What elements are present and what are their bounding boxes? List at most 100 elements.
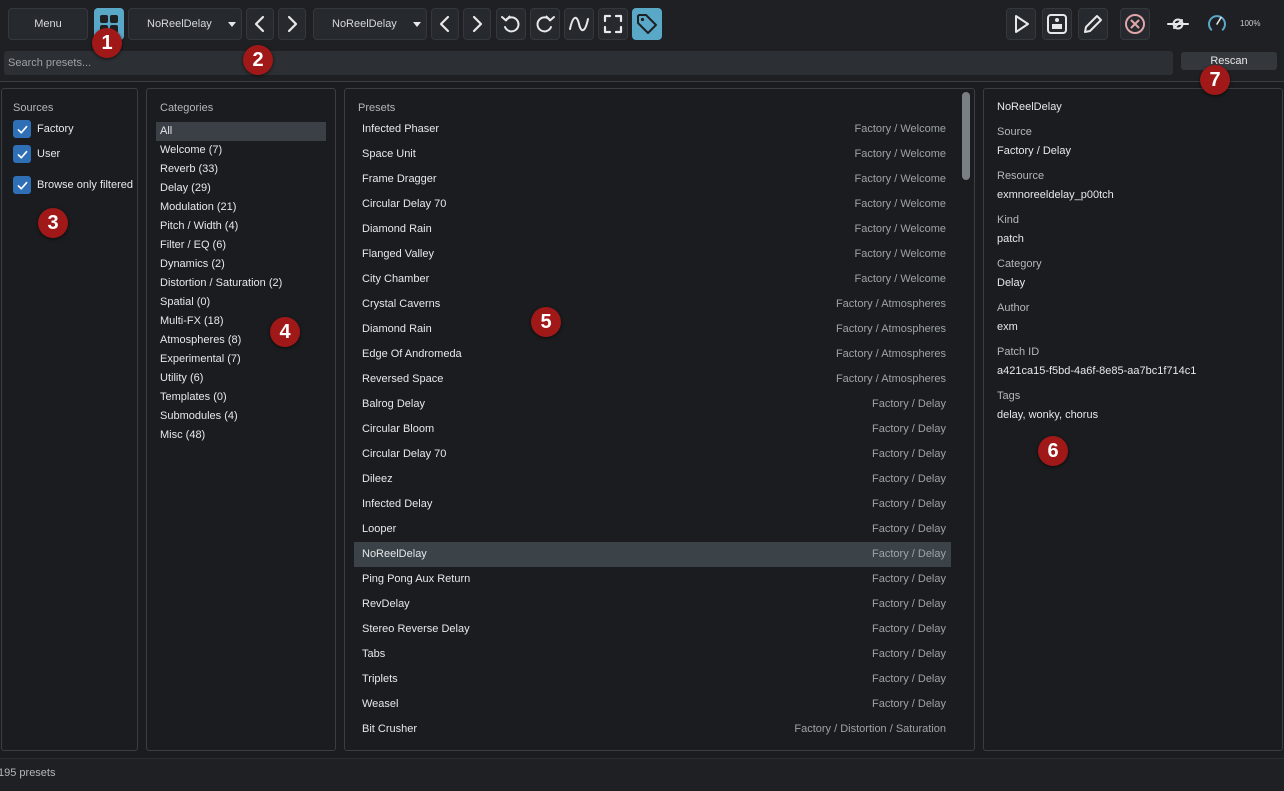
detail-value: patch [997, 233, 1024, 245]
preset-name: Circular Delay 70 [362, 198, 447, 210]
fullscreen-button[interactable] [598, 8, 628, 40]
preset-row[interactable]: NoReelDelay Factory / Delay [354, 542, 951, 567]
preset-row[interactable]: Tabs Factory / Delay [354, 642, 951, 667]
source-factory-checkbox[interactable]: Factory [13, 120, 74, 138]
preset-row[interactable]: Triplets Factory / Delay [354, 667, 951, 692]
category-item[interactable]: Modulation (21) [156, 198, 326, 217]
search-input[interactable] [4, 51, 1173, 75]
category-item[interactable]: Atmospheres (8) [156, 331, 326, 350]
edit-button[interactable] [1078, 8, 1108, 40]
preset-name: Frame Dragger [362, 173, 437, 185]
category-item[interactable]: Misc (48) [156, 426, 326, 445]
detail-value: exm [997, 321, 1018, 333]
preset-name: Ping Pong Aux Return [362, 573, 471, 585]
preset-row[interactable]: Infected Phaser Factory / Welcome [354, 117, 951, 142]
preset-name: Diamond Rain [362, 323, 432, 335]
categories-panel: Categories All Welcome (7) Reverb (33) Dela… [146, 88, 336, 751]
category-item[interactable]: Multi-FX (18) [156, 312, 326, 331]
detail-value: Factory / Delay [997, 145, 1071, 157]
preset-row[interactable]: Reversed Space Factory / Atmospheres [354, 367, 951, 392]
category-item[interactable]: Pitch / Width (4) [156, 217, 326, 236]
category-item[interactable]: Dynamics (2) [156, 255, 326, 274]
chevron-right-icon [472, 15, 483, 33]
preset-combo[interactable]: NoReelDelay [128, 8, 242, 40]
preset-prev-button[interactable] [246, 8, 274, 40]
play-button[interactable] [1006, 8, 1036, 40]
category-item[interactable]: All [156, 122, 326, 141]
redo-button[interactable] [530, 8, 560, 40]
knob-icon [1208, 15, 1226, 31]
preset-row[interactable]: Balrog Delay Factory / Delay [354, 392, 951, 417]
modulation-button[interactable] [564, 8, 594, 40]
preset-row[interactable]: Diamond Rain Factory / Welcome [354, 217, 951, 242]
preset-row[interactable]: Bit Crusher Factory / Distortion / Satura… [354, 717, 951, 742]
fullscreen-icon [603, 14, 623, 34]
preset-scrollbar[interactable] [962, 92, 970, 180]
preset-row[interactable]: Circular Delay 70 Factory / Welcome [354, 192, 951, 217]
pencil-icon [1084, 15, 1102, 33]
preset-row[interactable]: Edge Of Andromeda Factory / Atmospheres [354, 342, 951, 367]
rescan-button[interactable]: Rescan [1181, 52, 1277, 70]
patch-combo[interactable]: NoReelDelay [313, 8, 427, 40]
preset-row[interactable]: Diamond Rain Factory / Atmospheres [354, 317, 951, 342]
preset-row[interactable]: Circular Delay 70 Factory / Delay [354, 442, 951, 467]
category-item[interactable]: Reverb (33) [156, 160, 326, 179]
category-item[interactable]: Templates (0) [156, 388, 326, 407]
preset-row[interactable]: Dileez Factory / Delay [354, 467, 951, 492]
preset-row[interactable]: Infected Delay Factory / Delay [354, 492, 951, 517]
source-user-checkbox[interactable]: User [13, 145, 60, 163]
annotation-badge-7: 7 [1200, 65, 1230, 95]
wave-icon [569, 16, 589, 32]
patch-prev-button[interactable] [431, 8, 459, 40]
preset-row[interactable]: City Chamber Factory / Welcome [354, 267, 951, 292]
detail-field: Category Delay [997, 258, 1042, 289]
preset-row[interactable]: Circular Bloom Factory / Delay [354, 417, 951, 442]
preset-row[interactable]: Space Unit Factory / Welcome [354, 142, 951, 167]
preset-name: Circular Delay 70 [362, 448, 447, 460]
category-item[interactable]: Filter / EQ (6) [156, 236, 326, 255]
preset-list: Infected Phaser Factory / Welcome Space Un… [354, 117, 951, 742]
chevron-left-icon [254, 15, 265, 33]
source-factory-label: Factory [37, 123, 74, 135]
browse-filtered-label: Browse only filtered [37, 179, 133, 191]
undo-button[interactable] [496, 8, 526, 40]
preset-source: Factory / Delay [872, 448, 946, 460]
preset-row[interactable]: Flanged Valley Factory / Welcome [354, 242, 951, 267]
preset-row[interactable]: Frame Dragger Factory / Welcome [354, 167, 951, 192]
category-item[interactable]: Welcome (7) [156, 141, 326, 160]
menu-button[interactable]: Menu [8, 8, 88, 40]
zoom-knob[interactable] [1201, 8, 1233, 40]
bypass-button[interactable] [1162, 8, 1194, 40]
category-item[interactable]: Spatial (0) [156, 293, 326, 312]
preset-name: NoReelDelay [362, 548, 427, 560]
patch-next-button[interactable] [463, 8, 491, 40]
category-item[interactable]: Delay (29) [156, 179, 326, 198]
category-item[interactable]: Distortion / Saturation (2) [156, 274, 326, 293]
category-item[interactable]: Utility (6) [156, 369, 326, 388]
preset-row[interactable]: Weasel Factory / Delay [354, 692, 951, 717]
preset-name: Dileez [362, 473, 393, 485]
preset-row[interactable]: Stereo Reverse Delay Factory / Delay [354, 617, 951, 642]
redo-icon [536, 15, 555, 33]
preset-row[interactable]: Looper Factory / Delay [354, 517, 951, 542]
category-list: All Welcome (7) Reverb (33) Delay (29) Modul… [156, 122, 326, 445]
preset-row[interactable]: RevDelay Factory / Delay [354, 592, 951, 617]
play-icon [1015, 15, 1029, 33]
display-button[interactable] [1042, 8, 1072, 40]
preset-row[interactable]: Ping Pong Aux Return Factory / Delay [354, 567, 951, 592]
detail-field: Resource exmnoreeldelay_p00tch [997, 170, 1114, 201]
details-panel: NoReelDelay Source Factory / Delay Resourc… [983, 88, 1283, 751]
sources-panel: Sources Factory User Browse only filtere… [1, 88, 138, 751]
checkbox-checked-icon [13, 120, 31, 138]
category-item[interactable]: Experimental (7) [156, 350, 326, 369]
preset-name: Infected Delay [362, 498, 433, 510]
preset-source: Factory / Delay [872, 698, 946, 710]
preset-row[interactable]: Crystal Caverns Factory / Atmospheres [354, 292, 951, 317]
tag-button[interactable] [632, 8, 662, 40]
preset-next-button[interactable] [278, 8, 306, 40]
browse-filtered-checkbox[interactable]: Browse only filtered [13, 176, 133, 194]
detail-value: Delay [997, 277, 1026, 289]
category-item[interactable]: Submodules (4) [156, 407, 326, 426]
close-button[interactable] [1120, 8, 1150, 40]
detail-label: Category [997, 258, 1042, 270]
